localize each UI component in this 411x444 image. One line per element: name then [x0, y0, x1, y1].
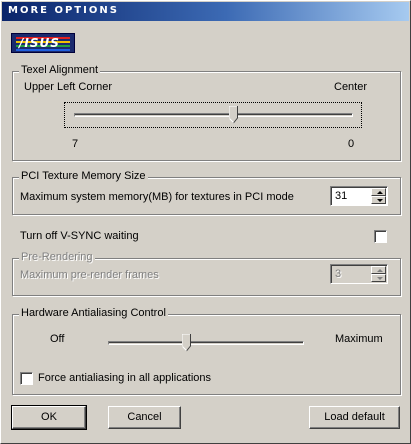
- arrow-down-icon: [377, 277, 383, 280]
- pci-spin-down-button[interactable]: [371, 196, 386, 204]
- aa-slider-track[interactable]: [108, 341, 304, 345]
- pre-render-spin-up-button: [371, 266, 386, 274]
- pre-render-spinner: 3: [330, 264, 388, 284]
- texel-right-value: 0: [348, 138, 355, 150]
- pci-texture-label: Maximum system memory(MB) for textures i…: [20, 191, 294, 203]
- pre-render-spin-down-button: [371, 274, 386, 282]
- cancel-button[interactable]: Cancel: [108, 406, 181, 429]
- asus-logo: /ISUS: [11, 33, 75, 53]
- texel-slider-track[interactable]: [74, 113, 353, 117]
- pci-spin-up-button[interactable]: [371, 188, 386, 196]
- pci-memory-value[interactable]: 31: [335, 190, 347, 202]
- texel-right-label: Center: [334, 81, 368, 93]
- vsync-checkbox[interactable]: [374, 230, 387, 243]
- texel-slider-thumb[interactable]: [229, 106, 238, 124]
- arrow-down-icon: [377, 199, 383, 202]
- title-bar[interactable]: MORE OPTIONS: [2, 2, 409, 21]
- pre-render-label: Maximum pre-render frames: [20, 269, 159, 281]
- pci-texture-title: PCI Texture Memory Size: [19, 170, 148, 182]
- force-aa-label: Force antialiasing in all applications: [38, 372, 212, 384]
- pre-render-value: 3: [335, 268, 342, 280]
- window-title: MORE OPTIONS: [8, 5, 119, 16]
- texel-left-value: 7: [72, 138, 79, 150]
- logo-text: /ISUS: [19, 36, 60, 50]
- arrow-up-icon: [377, 269, 383, 272]
- aa-slider-thumb[interactable]: [182, 334, 191, 352]
- texel-left-label: Upper Left Corner: [24, 81, 113, 93]
- aa-right-label: Maximum: [335, 333, 383, 345]
- force-aa-checkbox[interactable]: [20, 372, 33, 385]
- arrow-up-icon: [377, 191, 383, 194]
- more-options-window: MORE OPTIONS /ISUS Texel Alignment Upper…: [0, 0, 411, 444]
- texel-alignment-title: Texel Alignment: [19, 64, 101, 76]
- aa-left-label: Off: [50, 333, 65, 345]
- pre-rendering-title: Pre-Rendering: [19, 251, 95, 263]
- antialiasing-title: Hardware Antialiasing Control: [19, 307, 168, 319]
- pci-memory-spinner[interactable]: 31: [330, 186, 388, 206]
- vsync-label: Turn off V-SYNC waiting: [20, 230, 139, 242]
- load-default-button[interactable]: Load default: [309, 406, 400, 429]
- ok-button[interactable]: OK: [11, 405, 87, 430]
